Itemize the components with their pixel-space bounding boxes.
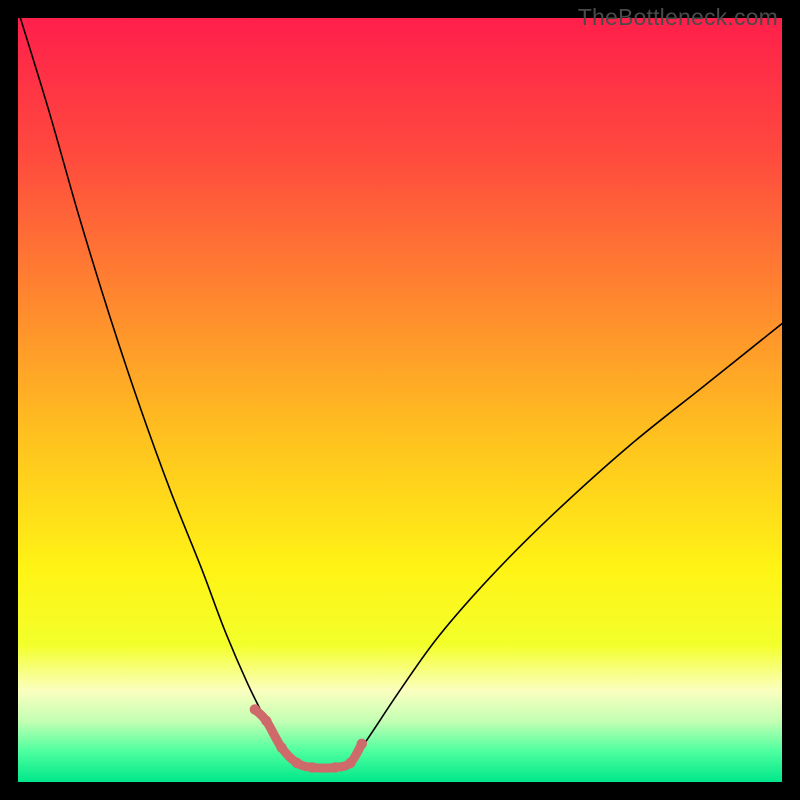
valley-marker — [250, 704, 260, 714]
valley-marker — [357, 739, 367, 749]
plot-area — [18, 18, 782, 782]
valley-marker — [261, 716, 271, 726]
valley-marker — [330, 762, 340, 772]
valley-marker — [276, 742, 286, 752]
chart-container: TheBottleneck.com — [0, 0, 800, 800]
chart-svg — [18, 18, 782, 782]
valley-marker — [345, 758, 355, 768]
valley-marker — [307, 762, 317, 772]
chart-background — [18, 18, 782, 782]
valley-marker — [292, 758, 302, 768]
watermark-text: TheBottleneck.com — [578, 4, 778, 31]
